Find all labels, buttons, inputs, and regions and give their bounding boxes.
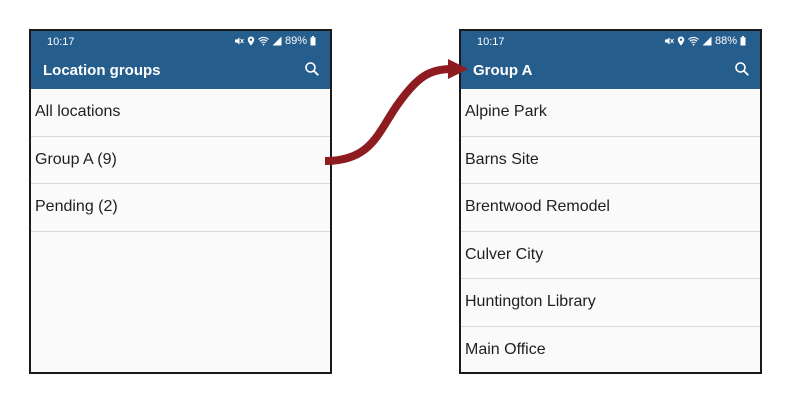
battery-icon	[740, 36, 746, 46]
list-item-group-a[interactable]: Group A (9)	[31, 136, 330, 184]
mute-icon	[664, 37, 674, 45]
page-title: Location groups	[43, 62, 161, 79]
list-item-alpine-park[interactable]: Alpine Park	[461, 89, 760, 137]
list-item-culver-city[interactable]: Culver City	[461, 231, 760, 279]
status-icons: 88%	[664, 35, 746, 47]
group-list: All locations Group A (9) Pending (2)	[31, 89, 330, 232]
signal-icon	[272, 36, 282, 46]
list-item-main-office[interactable]: Main Office	[461, 326, 760, 372]
search-icon[interactable]	[304, 61, 320, 77]
wifi-icon	[688, 36, 699, 46]
location-icon	[677, 36, 685, 46]
list-item-all-locations[interactable]: All locations	[31, 89, 330, 137]
battery-percent: 89%	[284, 35, 307, 47]
battery-icon	[310, 36, 316, 46]
group-a-screen: 10:17 88% Group A Alpine Park Barns Site…	[459, 29, 762, 374]
status-icons: 89%	[234, 35, 316, 47]
signal-icon	[702, 36, 712, 46]
page-title: Group A	[473, 62, 533, 79]
list-item-brentwood-remodel[interactable]: Brentwood Remodel	[461, 184, 760, 232]
list-item-barns-site[interactable]: Barns Site	[461, 136, 760, 184]
status-time: 10:17	[477, 36, 505, 48]
status-time: 10:17	[47, 36, 75, 48]
list-item-pending[interactable]: Pending (2)	[31, 184, 330, 232]
wifi-icon	[258, 36, 269, 46]
app-bar: 10:17 88% Group A	[461, 31, 760, 89]
list-item-huntington-library[interactable]: Huntington Library	[461, 279, 760, 327]
app-bar: 10:17 89% Location groups	[31, 31, 330, 89]
search-icon[interactable]	[734, 61, 750, 77]
location-groups-screen: 10:17 89% Location groups All locations …	[29, 29, 332, 374]
battery-percent: 88%	[714, 35, 737, 47]
arrow-shaft	[324, 65, 453, 165]
mute-icon	[234, 37, 244, 45]
location-icon	[247, 36, 255, 46]
location-list: Alpine Park Barns Site Brentwood Remodel…	[461, 89, 760, 372]
